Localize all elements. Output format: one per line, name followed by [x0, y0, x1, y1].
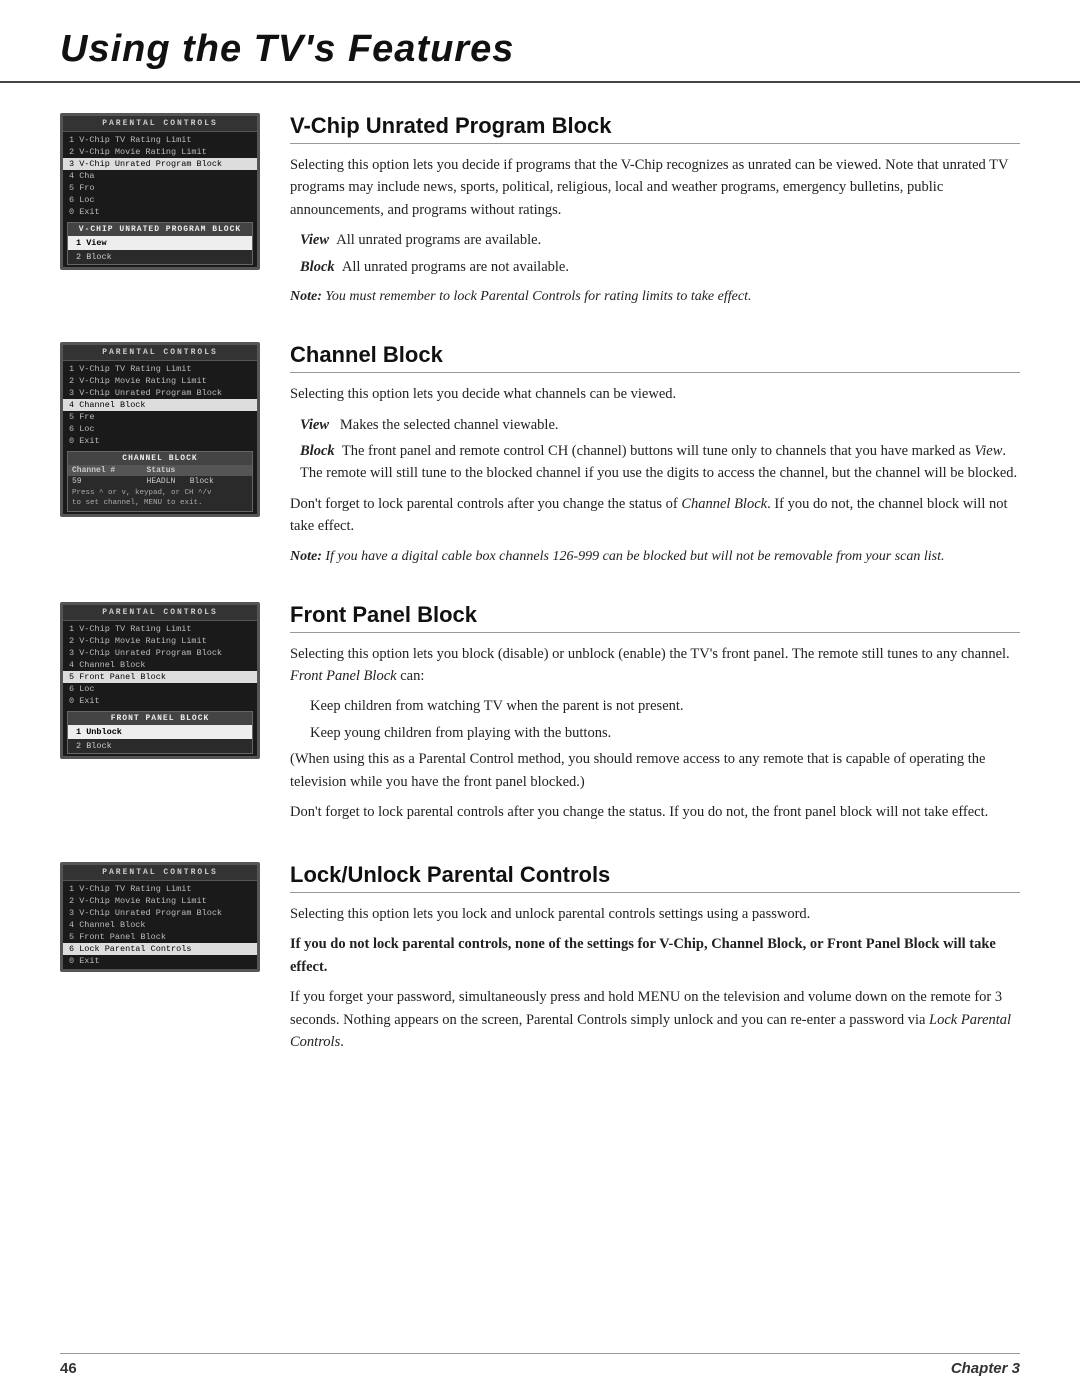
- tv-menu-item: 6 Loc: [63, 423, 257, 435]
- tv-header-4: PARENTAL CONTROLS: [63, 865, 257, 881]
- page-title: Using the TV's Features: [60, 28, 1020, 71]
- tv-screen-vchip: PARENTAL CONTROLS 1 V-Chip TV Rating Lim…: [60, 113, 260, 270]
- tv-screen-channel: PARENTAL CONTROLS 1 V-Chip TV Rating Lim…: [60, 342, 260, 517]
- section-para-vchip-1: Selecting this option lets you decide if…: [290, 154, 1020, 221]
- tv-menu-item-selected: 4 Channel Block: [63, 399, 257, 411]
- section-vchip-unrated: PARENTAL CONTROLS 1 V-Chip TV Rating Lim…: [60, 113, 1020, 312]
- section-heading-vchip: V-Chip Unrated Program Block: [290, 113, 1020, 144]
- tv-screen-front-panel: PARENTAL CONTROLS 1 V-Chip TV Rating Lim…: [60, 602, 260, 759]
- tv-menu-4: 1 V-Chip TV Rating Limit 2 V-Chip Movie …: [63, 881, 257, 969]
- section-para-lock-1: Selecting this option lets you lock and …: [290, 903, 1020, 925]
- tv-menu-item: 3 V-Chip Unrated Program Block: [63, 387, 257, 399]
- main-content: PARENTAL CONTROLS 1 V-Chip TV Rating Lim…: [0, 113, 1080, 1152]
- col-header-ch: Channel #: [68, 465, 143, 476]
- tv-menu-item: 5 Fre: [63, 411, 257, 423]
- section-channel-block: PARENTAL CONTROLS 1 V-Chip TV Rating Lim…: [60, 342, 1020, 572]
- tv-header-1: PARENTAL CONTROLS: [63, 116, 257, 132]
- tv-menu-item: 4 Channel Block: [63, 919, 257, 931]
- tv-submenu-header: V-CHIP UNRATED PROGRAM BLOCK: [68, 223, 252, 236]
- tv-menu-3: 1 V-Chip TV Rating Limit 2 V-Chip Movie …: [63, 621, 257, 709]
- section-heading-fp: Front Panel Block: [290, 602, 1020, 633]
- tv-menu-item-selected: 5 Front Panel Block: [63, 671, 257, 683]
- tv-menu-item: 6 Loc: [63, 683, 257, 695]
- tv-menu-item: 3 V-Chip Unrated Program Block: [63, 647, 257, 659]
- tv-submenu-item-view: 1 View: [68, 236, 252, 250]
- tv-menu-item: 5 Front Panel Block: [63, 931, 257, 943]
- bold-note-lock: If you do not lock parental controls, no…: [290, 933, 1020, 978]
- def-view-channel: View Makes the selected channel viewable…: [300, 414, 1020, 436]
- tv-submenu-front-panel: FRONT PANEL BLOCK 1 Unblock 2 Block: [67, 711, 253, 754]
- def-block-channel: Block The front panel and remote control…: [300, 440, 1020, 485]
- tv-menu-item: 2 V-Chip Movie Rating Limit: [63, 146, 257, 158]
- tv-menu-item: 1 V-Chip TV Rating Limit: [63, 134, 257, 146]
- page-footer: 46 Chapter 3: [60, 1353, 1020, 1377]
- tv-menu-item: 1 V-Chip TV Rating Limit: [63, 623, 257, 635]
- tv-menu-item: 6 Loc: [63, 194, 257, 206]
- tv-menu-item: 2 V-Chip Movie Rating Limit: [63, 895, 257, 907]
- tv-menu-item: 4 Channel Block: [63, 659, 257, 671]
- channel-note: Press ^ or v, keypad, or CH ^/vto set ch…: [68, 487, 252, 511]
- section-text-lock: Lock/Unlock Parental Controls Selecting …: [290, 862, 1020, 1062]
- section-heading-lock: Lock/Unlock Parental Controls: [290, 862, 1020, 893]
- tv-submenu-header-channel: CHANNEL BLOCK: [68, 452, 252, 465]
- channel-table: Channel # Status 59 HEADLN Block: [68, 465, 252, 487]
- tv-menu-item-selected: 3 V-Chip Unrated Program Block: [63, 158, 257, 170]
- tv-submenu-1: V-CHIP UNRATED PROGRAM BLOCK 1 View 2 Bl…: [67, 222, 253, 265]
- tv-screen-lock: PARENTAL CONTROLS 1 V-Chip TV Rating Lim…: [60, 862, 260, 972]
- col-header-status: Status: [143, 465, 252, 476]
- tv-menu-item: 0 Exit: [63, 955, 257, 967]
- tv-menu-item: 1 V-Chip TV Rating Limit: [63, 883, 257, 895]
- tv-menu-1: 1 V-Chip TV Rating Limit 2 V-Chip Movie …: [63, 132, 257, 220]
- section-text-vchip: V-Chip Unrated Program Block Selecting t…: [290, 113, 1020, 312]
- tv-menu-item: 3 V-Chip Unrated Program Block: [63, 907, 257, 919]
- tv-submenu-header-fp: FRONT PANEL BLOCK: [68, 712, 252, 725]
- tv-menu-item-selected: 6 Lock Parental Controls: [63, 943, 257, 955]
- note-channel: Note: If you have a digital cable box ch…: [290, 546, 1020, 568]
- tv-menu-item: 4 Cha: [63, 170, 257, 182]
- tv-submenu-channel: CHANNEL BLOCK Channel # Status 59 HEADLN…: [67, 451, 253, 512]
- def-view-vchip: View All unrated programs are available.: [300, 229, 1020, 251]
- tv-header-2: PARENTAL CONTROLS: [63, 345, 257, 361]
- bullet-fp-2: Keep young children from playing with th…: [310, 722, 1020, 744]
- section-para-fp-3: Don't forget to lock parental controls a…: [290, 801, 1020, 823]
- page-number: 46: [60, 1360, 77, 1377]
- tv-menu-item: 2 V-Chip Movie Rating Limit: [63, 375, 257, 387]
- note-vchip: Note: You must remember to lock Parental…: [290, 286, 1020, 308]
- section-front-panel: PARENTAL CONTROLS 1 V-Chip TV Rating Lim…: [60, 602, 1020, 832]
- tv-menu-item: 0 Exit: [63, 435, 257, 447]
- channel-status: HEADLN Block: [143, 476, 252, 487]
- section-lock-unlock: PARENTAL CONTROLS 1 V-Chip TV Rating Lim…: [60, 862, 1020, 1062]
- tv-header-3: PARENTAL CONTROLS: [63, 605, 257, 621]
- section-para-lock-2: If you forget your password, simultaneou…: [290, 986, 1020, 1053]
- bullet-fp-1: Keep children from watching TV when the …: [310, 695, 1020, 717]
- section-para-channel-2: Don't forget to lock parental controls a…: [290, 493, 1020, 538]
- tv-menu-item: 5 Fro: [63, 182, 257, 194]
- chapter-label: Chapter 3: [951, 1360, 1020, 1377]
- section-para-channel-1: Selecting this option lets you decide wh…: [290, 383, 1020, 405]
- tv-menu-item: 0 Exit: [63, 206, 257, 218]
- channel-number: 59: [68, 476, 143, 487]
- page-header: Using the TV's Features: [0, 0, 1080, 83]
- tv-submenu-unblock: 1 Unblock: [68, 725, 252, 739]
- section-text-front-panel: Front Panel Block Selecting this option …: [290, 602, 1020, 832]
- tv-menu-2: 1 V-Chip TV Rating Limit 2 V-Chip Movie …: [63, 361, 257, 449]
- def-block-vchip: Block All unrated programs are not avail…: [300, 256, 1020, 278]
- tv-menu-item: 0 Exit: [63, 695, 257, 707]
- section-para-fp-2: (When using this as a Parental Control m…: [290, 748, 1020, 793]
- section-text-channel: Channel Block Selecting this option lets…: [290, 342, 1020, 572]
- section-heading-channel: Channel Block: [290, 342, 1020, 373]
- tv-submenu-block: 2 Block: [68, 739, 252, 753]
- section-para-fp-1: Selecting this option lets you block (di…: [290, 643, 1020, 688]
- tv-menu-item: 1 V-Chip TV Rating Limit: [63, 363, 257, 375]
- tv-menu-item: 2 V-Chip Movie Rating Limit: [63, 635, 257, 647]
- tv-submenu-item-block: 2 Block: [68, 250, 252, 264]
